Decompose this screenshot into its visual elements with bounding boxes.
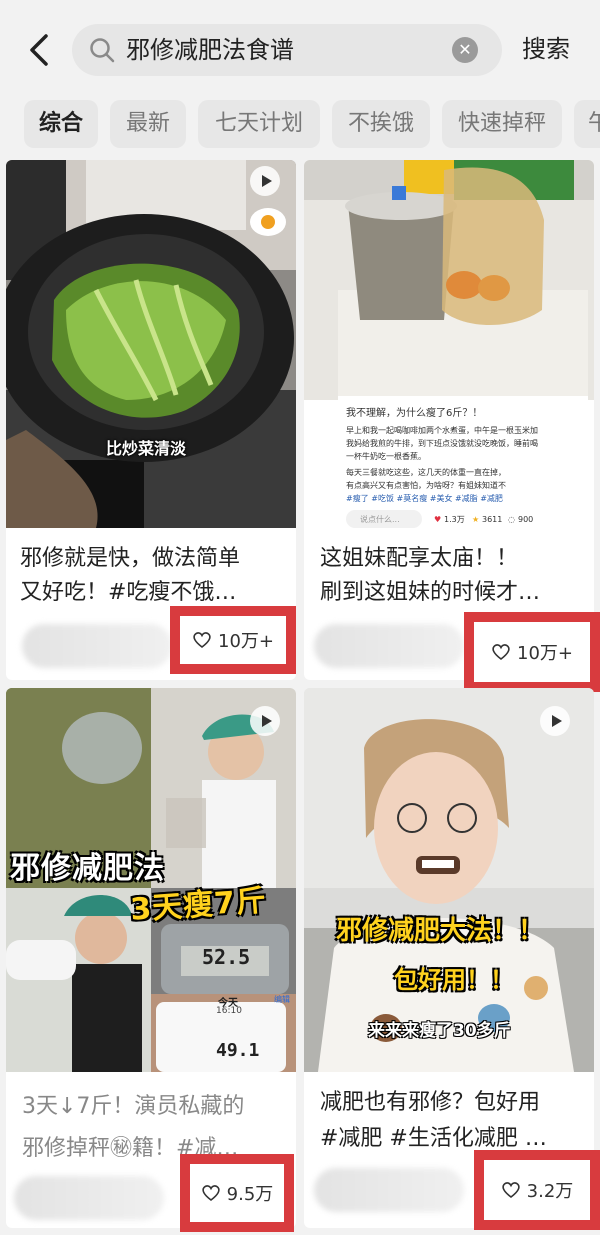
doc-star-icon: ★ [472, 515, 480, 524]
note-body-2: 我妈给我煎的牛排，到下班点没饿就没吃晚饭，睡前喝 [346, 439, 538, 448]
scale-reading-2: 49.1 [216, 1040, 260, 1061]
scale-time-label: 16:10 [216, 1006, 242, 1016]
doc-comment-icon: ◌ [508, 515, 515, 524]
search-header: 邪修减肥法食谱 ✕ 搜索 [0, 0, 600, 92]
cover-caption: 比炒菜清淡 [106, 439, 187, 458]
like-count: 9.5万 [226, 1184, 274, 1205]
like-count: 10万+ [517, 643, 573, 664]
tab-comprehensive[interactable]: 综合 [24, 100, 98, 148]
heart-icon [501, 1182, 520, 1199]
cover-caption: 来来来瘦了30多斤 [368, 1021, 511, 1041]
back-arrow-icon[interactable] [22, 28, 58, 72]
card-title-line1: 3天↓7斤！演员私藏的 [22, 1094, 245, 1119]
card-title-line2: 刷到这姐妹的时候才… [320, 580, 541, 605]
tab-latest[interactable]: 最新 [110, 100, 186, 148]
doc-heart-icon: ♥ [434, 515, 442, 524]
play-icon [540, 706, 570, 736]
search-button[interactable]: 搜索 [522, 32, 570, 66]
note-body-5: 有点高兴又有点害怕，为啥呀？有姐妹知道不 [346, 481, 506, 490]
note-body-1: 早上和我一起喝咖啡加两个水煮蛋，中午是一根玉米加 [346, 426, 538, 435]
heart-icon [201, 1185, 220, 1202]
author-avatar-blurred [14, 1176, 164, 1220]
like-count-highlight[interactable]: 10万+ [464, 612, 600, 692]
cover-headline: 邪修减肥大法！！ [336, 916, 545, 946]
clear-icon[interactable]: ✕ [452, 37, 478, 63]
card-title-line1: 这姐妹配享太庙！！ [320, 546, 519, 571]
tab-no-hunger[interactable]: 不挨饿 [332, 100, 430, 148]
note-card[interactable]: 我不理解，为什么瘦了6斤？！ 早上和我一起喝咖啡加两个水煮蛋，中午是一根玉米加 … [304, 160, 594, 680]
note-tags: #瘦了 #吃饭 #莫名瘦 #美女 #减脂 #减肥 [346, 494, 503, 503]
card-cover-image [304, 160, 594, 400]
card-title-line2: 又好吃！#吃瘦不饿… [20, 580, 237, 605]
heart-icon [193, 632, 211, 649]
play-icon [250, 706, 280, 736]
note-card[interactable]: 10 比炒菜清淡 邪修就是快，做法简单 又好吃！#吃瘦不饿… [6, 160, 296, 680]
tab-seven-day-plan[interactable]: 七天计划 [198, 100, 320, 148]
card-cover-image [304, 688, 594, 1072]
comment-placeholder: 说点什么... [360, 515, 400, 524]
like-count: 3.2万 [526, 1181, 574, 1202]
note-body-4: 每天三餐就吃这些，这几天的体重一直在掉， [346, 468, 506, 477]
search-icon [90, 38, 115, 63]
card-cover-image: 10 [6, 160, 296, 528]
comment-input: 说点什么... [346, 510, 422, 528]
author-avatar-blurred [22, 624, 172, 668]
doc-star-count: 3611 [482, 515, 503, 524]
like-count-highlight[interactable]: 3.2万 [474, 1150, 600, 1230]
search-input[interactable]: 邪修减肥法食谱 ✕ [72, 24, 502, 76]
tab-fast-weight-loss[interactable]: 快速掉秤 [442, 100, 562, 148]
author-avatar-blurred [314, 624, 464, 668]
like-count-highlight[interactable]: 9.5万 [180, 1154, 294, 1232]
author-avatar-blurred [314, 1168, 464, 1212]
scale-reading-1: 52.5 [202, 945, 251, 969]
play-icon [250, 166, 280, 196]
note-body-3: 一杯牛奶吃一根香蕉。 [346, 452, 426, 461]
heart-icon [492, 644, 510, 661]
search-query[interactable]: 邪修减肥法食谱 [126, 35, 294, 65]
card-title-line1: 减肥也有邪修？包好用 [320, 1090, 541, 1115]
note-card[interactable]: 邪修减肥法 3天瘦7斤 52.5 今天 16:10 编辑 49.1 3天↓7斤！… [6, 688, 296, 1228]
cover-subheadline: 包好用！！ [394, 966, 514, 994]
doc-like-count: 1.3万 [444, 515, 465, 524]
card-title-line1: 邪修就是快，做法简单 [20, 546, 241, 571]
like-count: 10万+ [218, 631, 274, 652]
filter-tabs: 综合 最新 七天计划 不挨饿 快速掉秤 午 [0, 96, 600, 156]
note-card[interactable]: 邪修减肥大法！！ 包好用！！ 来来来瘦了30多斤 减肥也有邪修？包好用 #减肥 … [304, 688, 594, 1228]
note-question: 我不理解，为什么瘦了6斤？！ [346, 408, 483, 419]
doc-comment-count: 900 [518, 515, 534, 524]
note-screenshot-text: 我不理解，为什么瘦了6斤？！ 早上和我一起喝咖啡加两个水煮蛋，中午是一根玉米加 … [338, 400, 594, 532]
tab-more[interactable]: 午 [574, 100, 600, 148]
like-count-highlight[interactable]: 10万+ [170, 606, 296, 674]
scale-edit-label: 编辑 [274, 995, 290, 1004]
cover-headline: 邪修减肥法 [10, 851, 165, 886]
